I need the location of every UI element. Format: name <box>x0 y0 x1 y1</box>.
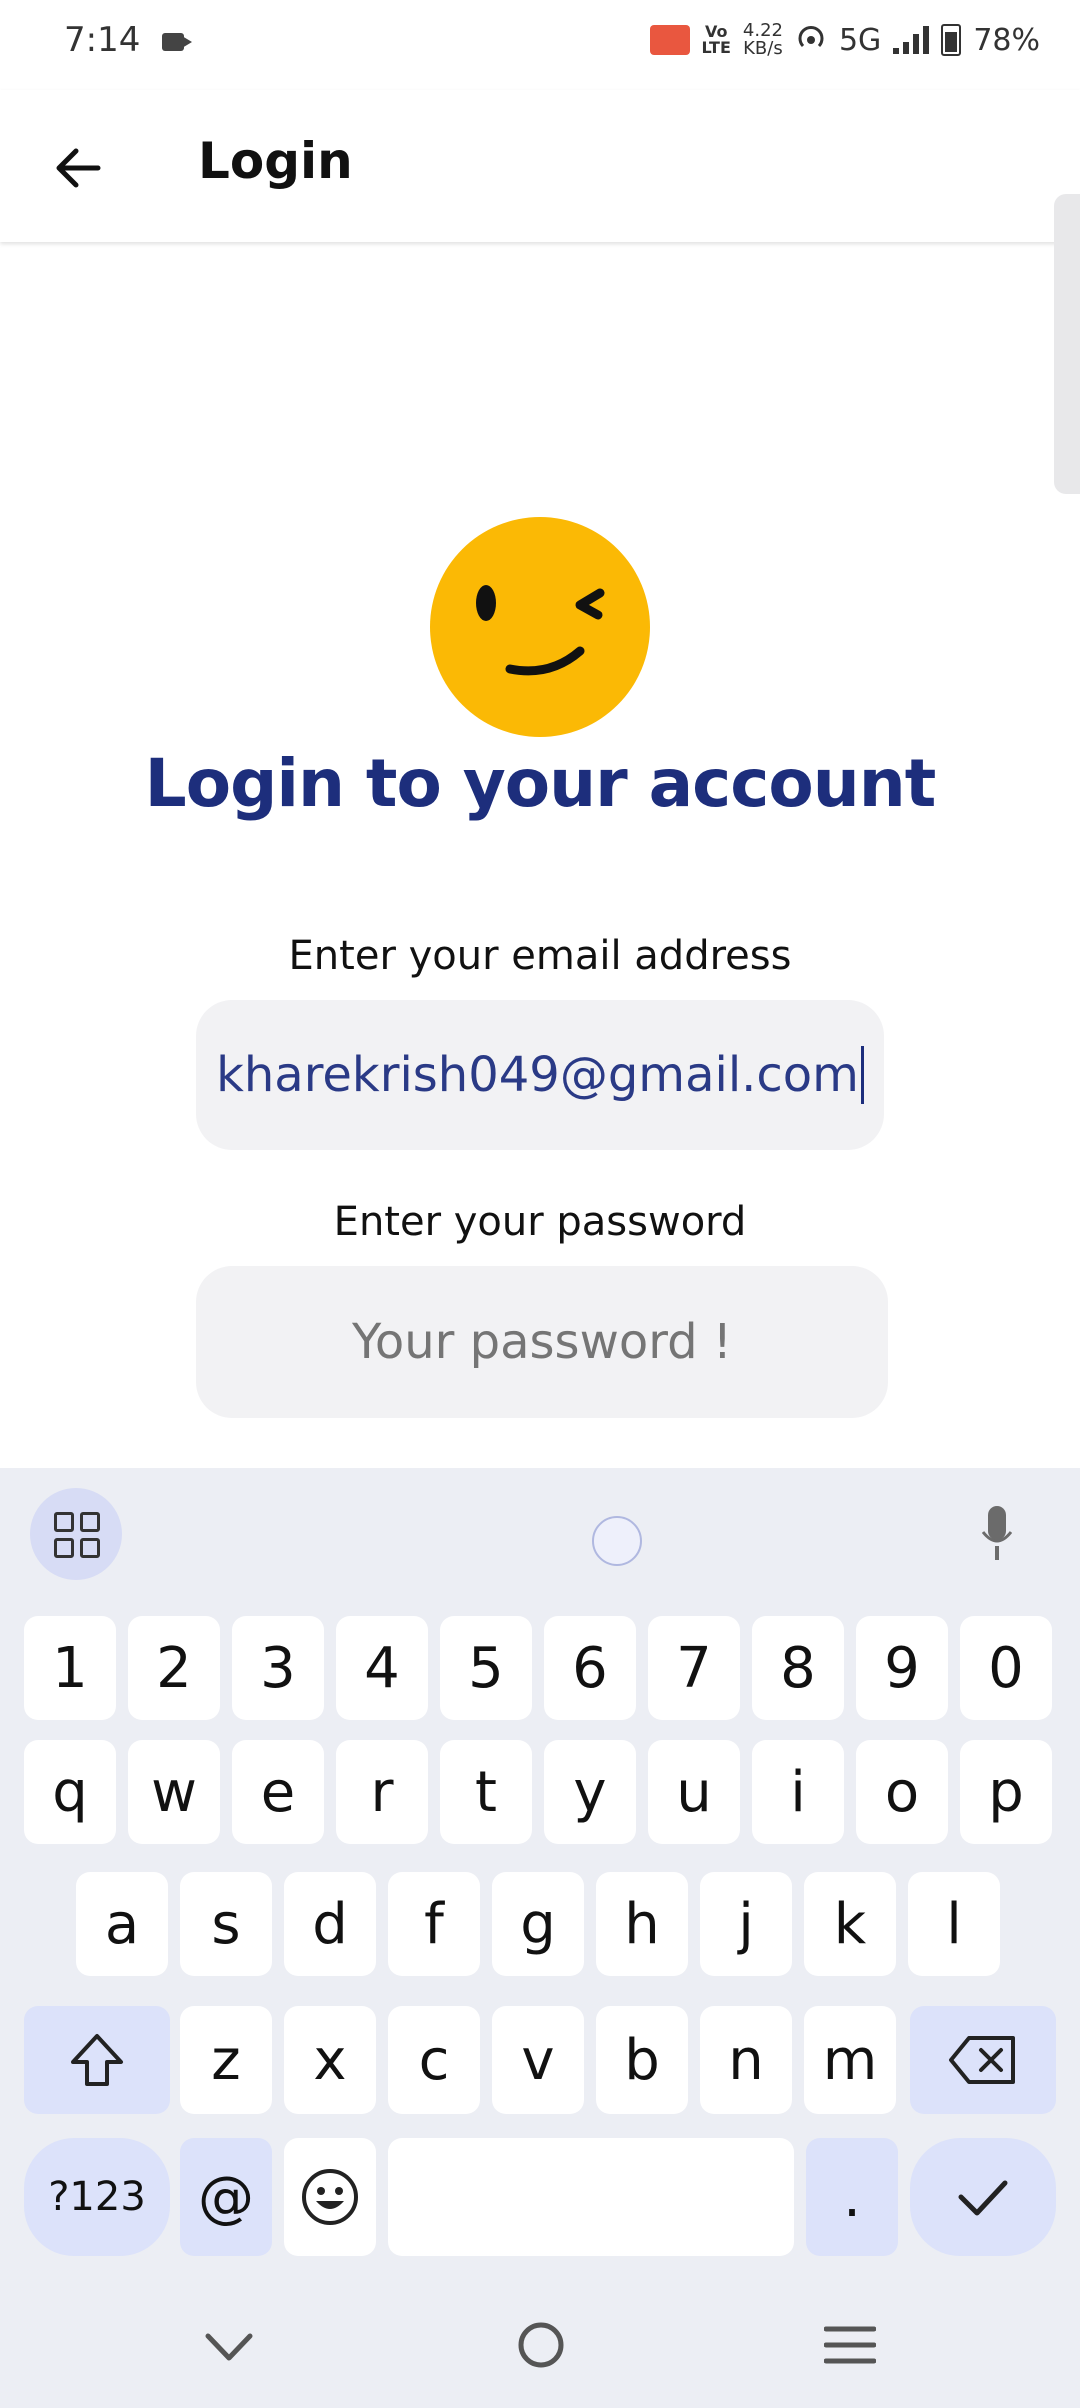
backspace-key[interactable] <box>910 2006 1056 2114</box>
hotspot-icon <box>798 26 824 48</box>
space-key[interactable] <box>388 2138 794 2256</box>
key-x[interactable]: x <box>284 2006 376 2114</box>
battery-percent: 78% <box>973 22 1040 58</box>
status-icons: Vo LTE 4.22 KB/s 5G 78% <box>649 22 1040 58</box>
key-n[interactable]: n <box>700 2006 792 2114</box>
video-camera-icon <box>162 33 192 51</box>
key-0[interactable]: 0 <box>960 1616 1052 1720</box>
key-m[interactable]: m <box>804 2006 896 2114</box>
key-e[interactable]: e <box>232 1740 324 1844</box>
emoji-icon <box>302 2169 358 2225</box>
key-y[interactable]: y <box>544 1740 636 1844</box>
period-key[interactable]: . <box>806 2138 898 2256</box>
microphone-icon[interactable] <box>982 1506 1012 1560</box>
password-label: Enter your password <box>333 1199 747 1245</box>
key-a[interactable]: a <box>76 1872 168 1976</box>
email-field[interactable]: kharekrish049@gmail.com <box>196 1000 884 1150</box>
key-l[interactable]: l <box>908 1872 1000 1976</box>
key-4[interactable]: 4 <box>336 1616 428 1720</box>
key-j[interactable]: j <box>700 1872 792 1976</box>
app-bar: Login <box>0 90 1080 242</box>
key-2[interactable]: 2 <box>128 1616 220 1720</box>
key-s[interactable]: s <box>180 1872 272 1976</box>
shift-key[interactable] <box>24 2006 170 2114</box>
key-w[interactable]: w <box>128 1740 220 1844</box>
key-3[interactable]: 3 <box>232 1616 324 1720</box>
volte-icon: Vo LTE <box>701 22 731 57</box>
key-c[interactable]: c <box>388 2006 480 2114</box>
page-title: Login <box>198 132 353 190</box>
key-r[interactable]: r <box>336 1740 428 1844</box>
key-h[interactable]: h <box>596 1872 688 1976</box>
winking-face-icon <box>430 517 650 737</box>
email-value: kharekrish049@gmail.com <box>216 1047 859 1103</box>
key-g[interactable]: g <box>492 1872 584 1976</box>
login-heading: Login to your account <box>144 745 937 822</box>
soft-keyboard: 1 2 3 4 5 6 7 8 9 0 q w e r t y u i o p a s d f g h j k l z x c v b n m ?123… <box>0 1468 1080 2408</box>
network-speed: 4.22 KB/s <box>743 22 783 58</box>
key-7[interactable]: 7 <box>648 1616 740 1720</box>
key-i[interactable]: i <box>752 1740 844 1844</box>
network-speed-unit: KB/s <box>743 38 783 59</box>
battery-icon <box>941 24 962 56</box>
key-9[interactable]: 9 <box>856 1616 948 1720</box>
shift-icon <box>71 2034 123 2086</box>
password-field[interactable] <box>196 1266 888 1418</box>
scrollbar[interactable] <box>1054 194 1080 494</box>
key-5[interactable]: 5 <box>440 1616 532 1720</box>
key-6[interactable]: 6 <box>544 1616 636 1720</box>
keyboard-handle-icon[interactable] <box>592 1516 642 1566</box>
text-cursor <box>860 1046 864 1104</box>
at-key[interactable]: @ <box>180 2138 272 2256</box>
key-u[interactable]: u <box>648 1740 740 1844</box>
key-k[interactable]: k <box>804 1872 896 1976</box>
email-label: Enter your email address <box>288 933 792 979</box>
symbols-key[interactable]: ?123 <box>24 2138 170 2256</box>
emoji-key[interactable] <box>284 2138 376 2256</box>
key-q[interactable]: q <box>24 1740 116 1844</box>
key-d[interactable]: d <box>284 1872 376 1976</box>
enter-key[interactable] <box>910 2138 1056 2256</box>
key-z[interactable]: z <box>180 2006 272 2114</box>
key-o[interactable]: o <box>856 1740 948 1844</box>
key-b[interactable]: b <box>596 2006 688 2114</box>
status-bar: 7:14 Vo LTE 4.22 KB/s 5G 78% <box>0 0 1080 90</box>
checkmark-icon <box>958 2180 1008 2216</box>
keyboard-apps-icon[interactable] <box>30 1488 122 1580</box>
hide-keyboard-icon[interactable] <box>204 2330 254 2366</box>
navigation-bar <box>0 2288 1080 2408</box>
key-8[interactable]: 8 <box>752 1616 844 1720</box>
signal-icon <box>893 26 930 54</box>
status-time: 7:14 <box>64 20 141 60</box>
network-type: 5G <box>838 22 882 58</box>
key-1[interactable]: 1 <box>24 1616 116 1720</box>
cast-icon <box>649 25 690 55</box>
key-p[interactable]: p <box>960 1740 1052 1844</box>
home-icon[interactable] <box>516 2320 566 2370</box>
backspace-icon <box>949 2036 1015 2084</box>
recents-menu-icon[interactable] <box>824 2324 876 2366</box>
key-t[interactable]: t <box>440 1740 532 1844</box>
key-v[interactable]: v <box>492 2006 584 2114</box>
back-arrow-icon[interactable] <box>48 138 108 198</box>
key-f[interactable]: f <box>388 1872 480 1976</box>
